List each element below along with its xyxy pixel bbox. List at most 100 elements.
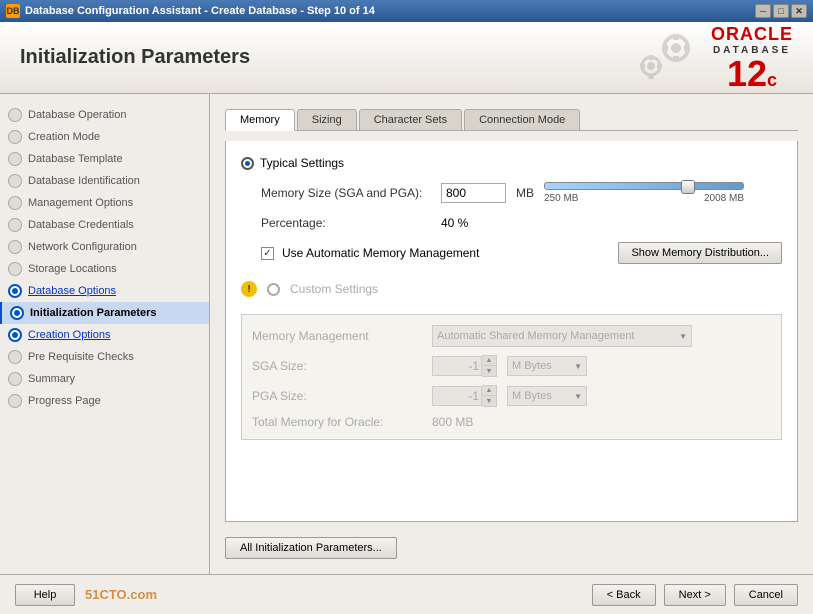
sidebar-item-creation-mode[interactable]: Creation Mode — [0, 126, 209, 148]
sidebar-item-database-template[interactable]: Database Template — [0, 148, 209, 170]
sidebar-label-summary: Summary — [28, 373, 75, 385]
bottom-left-area: Help 51CTO.com — [15, 584, 157, 606]
gear-decoration — [626, 28, 706, 88]
panel-content: Typical Settings Memory Size (SGA and PG… — [225, 141, 798, 522]
sidebar-item-storage-locations[interactable]: Storage Locations — [0, 258, 209, 280]
tab-sizing[interactable]: Sizing — [297, 109, 357, 130]
bottom-bar: Help 51CTO.com < Back Next > Cancel — [0, 574, 813, 614]
window-controls: ─ □ ✕ — [755, 4, 807, 18]
all-init-params-area: All Initialization Parameters... — [225, 537, 798, 559]
main-panel: Memory Sizing Character Sets Connection … — [210, 94, 813, 574]
close-button[interactable]: ✕ — [791, 4, 807, 18]
sidebar-bullet-7 — [8, 262, 22, 276]
sga-size-input[interactable] — [432, 356, 482, 376]
sidebar: Database Operation Creation Mode Databas… — [0, 94, 210, 574]
memory-size-input[interactable] — [441, 183, 506, 203]
sidebar-bullet-1 — [8, 130, 22, 144]
help-button[interactable]: Help — [15, 584, 75, 606]
sidebar-item-pre-requisite-checks[interactable]: Pre Requisite Checks — [0, 346, 209, 368]
pga-size-row: PGA Size: ▲ ▼ M Bytes ▼ — [252, 385, 771, 407]
custom-settings-radio[interactable] — [267, 283, 280, 296]
page-title: Initialization Parameters — [20, 46, 250, 69]
sga-unit-value: M Bytes — [512, 360, 552, 372]
sidebar-bullet-4 — [8, 196, 22, 210]
sidebar-bullet-11 — [8, 350, 22, 364]
sidebar-item-database-options[interactable]: Database Options — [0, 280, 209, 302]
tab-memory[interactable]: Memory — [225, 109, 295, 131]
pga-unit-arrow: ▼ — [574, 392, 582, 401]
sidebar-bullet-2 — [8, 152, 22, 166]
sga-size-row: SGA Size: ▲ ▼ M Bytes ▼ — [252, 355, 771, 377]
auto-memory-checkbox[interactable] — [261, 247, 274, 260]
sidebar-item-database-identification[interactable]: Database Identification — [0, 170, 209, 192]
sidebar-bullet-3 — [8, 174, 22, 188]
header: Initialization Parameters ORACLE DATABAS… — [0, 22, 813, 94]
percentage-label: Percentage: — [261, 216, 431, 230]
sidebar-item-creation-options[interactable]: Creation Options — [0, 324, 209, 346]
oracle-version-sup: c — [767, 71, 777, 89]
memory-slider-container: 250 MB 2008 MB — [544, 182, 744, 204]
sidebar-item-management-options[interactable]: Management Options — [0, 192, 209, 214]
slider-labels: 250 MB 2008 MB — [544, 193, 744, 204]
sga-unit-dropdown[interactable]: M Bytes ▼ — [507, 356, 587, 376]
total-memory-row: Total Memory for Oracle: 800 MB — [252, 415, 771, 429]
tab-character-sets[interactable]: Character Sets — [359, 109, 462, 130]
all-initialization-parameters-button[interactable]: All Initialization Parameters... — [225, 537, 397, 559]
info-icon: ! — [241, 281, 257, 297]
show-memory-distribution-button[interactable]: Show Memory Distribution... — [618, 242, 782, 264]
pga-spinner-buttons: ▲ ▼ — [482, 385, 497, 407]
typical-settings-label: Typical Settings — [260, 156, 344, 170]
pga-increment-button[interactable]: ▲ — [482, 386, 496, 396]
pga-size-input[interactable] — [432, 386, 482, 406]
oracle-text-block: ORACLE DATABASE 12 c — [711, 24, 793, 92]
sidebar-bullet-10 — [8, 328, 22, 342]
sidebar-label-progress-page: Progress Page — [28, 395, 101, 407]
oracle-logo: ORACLE DATABASE 12 c — [626, 24, 793, 92]
sga-decrement-button[interactable]: ▼ — [482, 366, 496, 376]
pga-decrement-button[interactable]: ▼ — [482, 396, 496, 406]
percentage-value: 40 % — [441, 216, 468, 230]
sidebar-item-initialization-parameters[interactable]: Initialization Parameters — [0, 302, 209, 324]
sidebar-bullet-0 — [8, 108, 22, 122]
sga-spinner-buttons: ▲ ▼ — [482, 355, 497, 377]
maximize-button[interactable]: □ — [773, 4, 789, 18]
cancel-button[interactable]: Cancel — [734, 584, 798, 606]
pga-unit-value: M Bytes — [512, 390, 552, 402]
pga-unit-dropdown[interactable]: M Bytes ▼ — [507, 386, 587, 406]
memory-management-arrow: ▼ — [679, 332, 687, 341]
slider-max-label: 2008 MB — [704, 193, 744, 204]
memory-slider-thumb[interactable] — [681, 180, 695, 194]
main-window: Initialization Parameters ORACLE DATABAS… — [0, 22, 813, 614]
sidebar-item-database-credentials[interactable]: Database Credentials — [0, 214, 209, 236]
percentage-row: Percentage: 40 % — [241, 216, 782, 230]
oracle-brand-name: ORACLE — [711, 24, 793, 45]
sidebar-item-summary[interactable]: Summary — [0, 368, 209, 390]
sga-increment-button[interactable]: ▲ — [482, 356, 496, 366]
sidebar-item-progress-page[interactable]: Progress Page — [0, 390, 209, 412]
sga-spinner-group: ▲ ▼ — [432, 355, 497, 377]
sidebar-label-creation-mode: Creation Mode — [28, 131, 100, 143]
pga-size-label: PGA Size: — [252, 389, 422, 403]
memory-size-unit: MB — [516, 186, 534, 200]
tab-connection-mode[interactable]: Connection Mode — [464, 109, 580, 130]
memory-slider-track[interactable] — [544, 182, 744, 190]
sidebar-bullet-8 — [8, 284, 22, 298]
sga-unit-arrow: ▼ — [574, 362, 582, 371]
sidebar-item-database-operation[interactable]: Database Operation — [0, 104, 209, 126]
bottom-right-area: < Back Next > Cancel — [592, 584, 798, 606]
window-title: Database Configuration Assistant - Creat… — [25, 5, 755, 17]
sidebar-label-storage-locations: Storage Locations — [28, 263, 117, 275]
total-memory-label: Total Memory for Oracle: — [252, 415, 422, 429]
typical-settings-radio[interactable] — [241, 157, 254, 170]
memory-management-label: Memory Management — [252, 329, 422, 343]
total-memory-value: 800 MB — [432, 415, 473, 429]
next-button[interactable]: Next > — [664, 584, 726, 606]
memory-size-label: Memory Size (SGA and PGA): — [261, 186, 431, 200]
pga-spinner-group: ▲ ▼ — [432, 385, 497, 407]
minimize-button[interactable]: ─ — [755, 4, 771, 18]
custom-settings-radio-group: ! Custom Settings — [241, 281, 782, 297]
sidebar-label-network-configuration: Network Configuration — [28, 241, 137, 253]
memory-management-select[interactable]: Automatic Shared Memory Management ▼ — [432, 325, 692, 347]
back-button[interactable]: < Back — [592, 584, 656, 606]
sidebar-item-network-configuration[interactable]: Network Configuration — [0, 236, 209, 258]
